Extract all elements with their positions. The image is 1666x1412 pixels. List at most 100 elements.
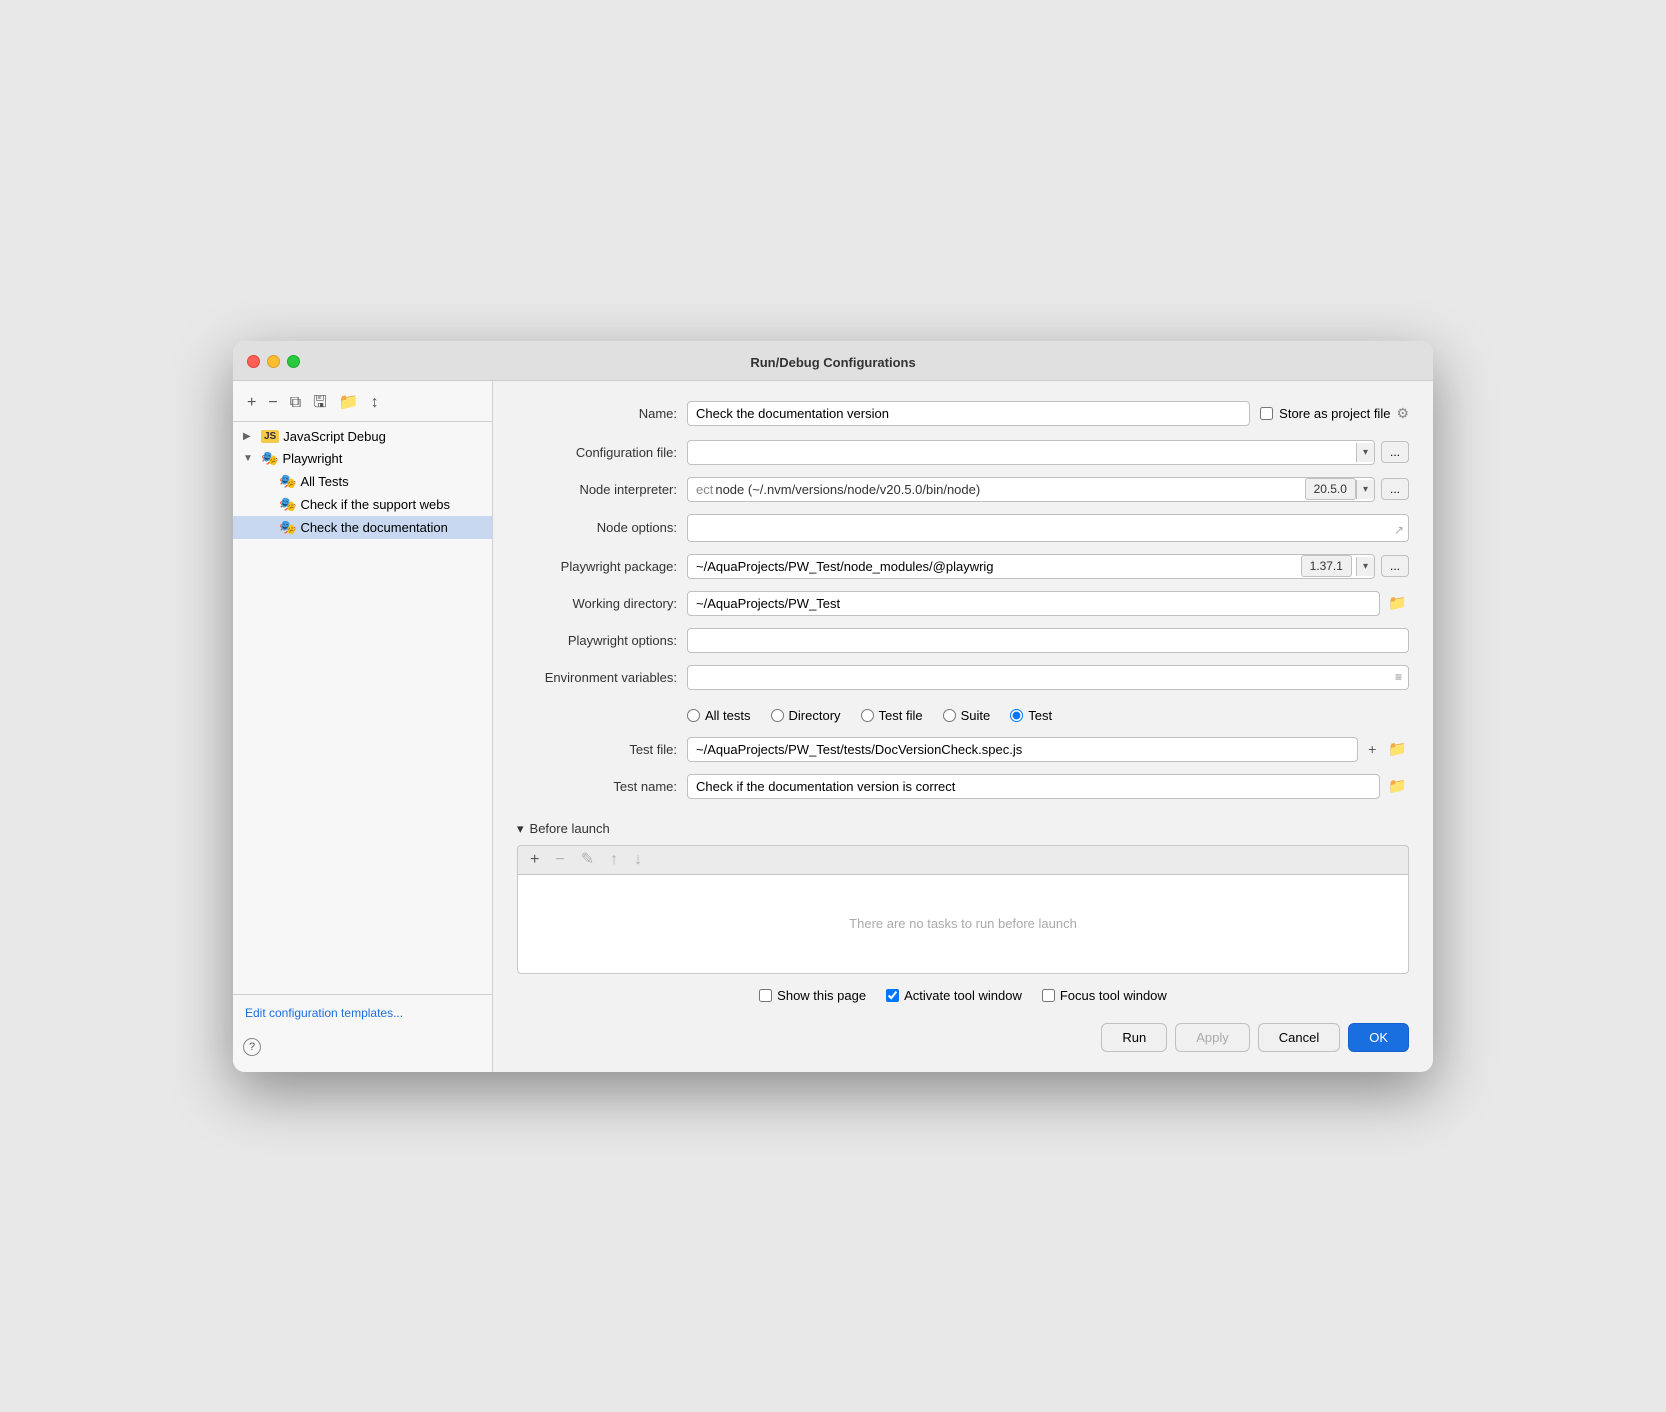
new-folder-button[interactable]: 📁	[335, 393, 363, 413]
before-launch-content: There are no tasks to run before launch	[517, 874, 1409, 974]
radio-test-file[interactable]: Test file	[861, 708, 923, 723]
test-file-input[interactable]: ~/AquaProjects/PW_Test/tests/DocVersionC…	[687, 737, 1358, 762]
playwright-label: Playwright	[282, 451, 482, 466]
node-options-row: Node options: ↗	[517, 514, 1409, 542]
node-interp-path: node (~/.nvm/versions/node/v20.5.0/bin/n…	[713, 478, 1304, 501]
add-config-button[interactable]: +	[243, 393, 260, 413]
radio-suite-label: Suite	[961, 708, 991, 723]
show-page-label: Show this page	[777, 988, 866, 1003]
playwright-options-input[interactable]	[687, 628, 1409, 653]
node-interpreter-browse-button[interactable]: ...	[1381, 478, 1409, 500]
playwright-version-badge: 1.37.1	[1301, 555, 1352, 577]
working-dir-folder-button[interactable]: 📁	[1386, 592, 1409, 614]
ok-button[interactable]: OK	[1348, 1023, 1409, 1052]
env-variables-field: ≡	[687, 665, 1409, 690]
minimize-button[interactable]	[267, 355, 280, 368]
node-version-badge: 20.5.0	[1305, 478, 1356, 500]
playwright-options-row: Playwright options:	[517, 628, 1409, 653]
all-tests-label: All Tests	[300, 474, 482, 489]
env-variables-input[interactable]	[688, 666, 1389, 689]
radio-directory-input[interactable]	[771, 709, 784, 722]
all-tests-icon: 🎭	[279, 473, 296, 490]
node-options-input[interactable]	[696, 520, 1400, 535]
env-variables-control: ≡	[687, 665, 1409, 690]
test-scope-group: All tests Directory Test file Suite Test	[687, 708, 1409, 723]
expand-icon[interactable]: ↗	[1394, 523, 1404, 537]
config-file-arrow[interactable]: ▾	[1356, 443, 1374, 462]
copy-config-button[interactable]: ⧉	[286, 393, 305, 413]
playwright-package-browse-button[interactable]: ...	[1381, 555, 1409, 577]
config-file-input[interactable]	[688, 441, 1356, 464]
radio-test-file-input[interactable]	[861, 709, 874, 722]
help-icon[interactable]: ?	[243, 1038, 261, 1056]
show-page-item[interactable]: Show this page	[759, 988, 866, 1003]
radio-all-tests-input[interactable]	[687, 709, 700, 722]
radio-test-input[interactable]	[1010, 709, 1023, 722]
js-debug-label: JavaScript Debug	[283, 429, 482, 444]
remove-config-button[interactable]: −	[264, 393, 281, 413]
main-panel: Name: Check the documentation version St…	[493, 381, 1433, 1072]
config-file-control: ▾ ...	[687, 440, 1409, 465]
activate-tool-window-label: Activate tool window	[904, 988, 1022, 1003]
focus-tool-window-checkbox[interactable]	[1042, 989, 1055, 1002]
store-checkbox-row: Store as project file ⚙	[1260, 405, 1409, 422]
focus-tool-window-label: Focus tool window	[1060, 988, 1167, 1003]
bl-up-button[interactable]: ↑	[606, 850, 622, 870]
sort-button[interactable]: ↕	[367, 393, 383, 413]
radio-suite[interactable]: Suite	[943, 708, 991, 723]
radio-directory[interactable]: Directory	[771, 708, 841, 723]
show-page-checkbox[interactable]	[759, 989, 772, 1002]
playwright-package-input[interactable]	[688, 555, 1297, 578]
sidebar: + − ⧉ 🖫 📁 ↕ ▶ JS JavaScript Debug ▼ 🎭 Pl…	[233, 381, 493, 1072]
config-file-browse-button[interactable]: ...	[1381, 441, 1409, 463]
run-button[interactable]: Run	[1101, 1023, 1167, 1052]
env-list-icon[interactable]: ≡	[1389, 666, 1408, 688]
save-config-button[interactable]: 🖫	[309, 393, 331, 413]
node-interp-prefix: ect	[688, 478, 713, 501]
node-interp-arrow[interactable]: ▾	[1356, 480, 1374, 499]
test-name-label: Test name:	[517, 779, 677, 794]
close-button[interactable]	[247, 355, 260, 368]
activate-tool-window-checkbox[interactable]	[886, 989, 899, 1002]
traffic-lights	[247, 355, 300, 368]
playwright-options-label: Playwright options:	[517, 633, 677, 648]
apply-button[interactable]: Apply	[1175, 1023, 1250, 1052]
working-dir-input[interactable]: ~/AquaProjects/PW_Test	[687, 591, 1380, 616]
node-options-label: Node options:	[517, 520, 677, 535]
radio-test[interactable]: Test	[1010, 708, 1052, 723]
maximize-button[interactable]	[287, 355, 300, 368]
gear-icon[interactable]: ⚙	[1396, 405, 1409, 422]
activate-tool-window-item[interactable]: Activate tool window	[886, 988, 1022, 1003]
test-name-folder-button[interactable]: 📁	[1386, 775, 1409, 797]
playwright-icon: 🎭	[261, 450, 278, 467]
check-support-icon: 🎭	[279, 496, 296, 513]
edit-templates-link[interactable]: Edit configuration templates...	[245, 1006, 403, 1020]
bl-down-button[interactable]: ↓	[630, 850, 646, 870]
sidebar-item-all-tests[interactable]: 🎭 All Tests	[233, 470, 492, 493]
bl-remove-button[interactable]: −	[551, 850, 568, 870]
sidebar-item-check-support[interactable]: 🎭 Check if the support webs	[233, 493, 492, 516]
radio-all-tests[interactable]: All tests	[687, 708, 751, 723]
playwright-package-dropdown: 1.37.1 ▾	[687, 554, 1375, 579]
bl-edit-button[interactable]: ✎	[577, 850, 598, 870]
name-label: Name:	[517, 406, 677, 421]
test-file-add-button[interactable]: +	[1364, 739, 1380, 759]
sidebar-item-js-debug[interactable]: ▶ JS JavaScript Debug	[233, 426, 492, 447]
playwright-arrow: ▼	[243, 453, 257, 464]
test-name-input[interactable]: Check if the documentation version is co…	[687, 774, 1380, 799]
cancel-button[interactable]: Cancel	[1258, 1023, 1340, 1052]
sidebar-item-check-doc[interactable]: 🎭 Check the documentation	[233, 516, 492, 539]
radio-suite-input[interactable]	[943, 709, 956, 722]
name-input[interactable]: Check the documentation version	[687, 401, 1250, 426]
before-launch-empty-label: There are no tasks to run before launch	[849, 916, 1077, 931]
bl-add-button[interactable]: +	[526, 850, 543, 870]
sidebar-item-playwright[interactable]: ▼ 🎭 Playwright	[233, 447, 492, 470]
check-support-label: Check if the support webs	[300, 497, 482, 512]
store-as-project-checkbox[interactable]	[1260, 407, 1273, 420]
sidebar-footer: Edit configuration templates...	[233, 994, 492, 1030]
collapse-icon[interactable]: ▾	[517, 821, 524, 837]
check-doc-icon: 🎭	[279, 519, 296, 536]
test-file-folder-button[interactable]: 📁	[1386, 738, 1409, 760]
focus-tool-window-item[interactable]: Focus tool window	[1042, 988, 1167, 1003]
playwright-pkg-arrow[interactable]: ▾	[1356, 557, 1374, 576]
